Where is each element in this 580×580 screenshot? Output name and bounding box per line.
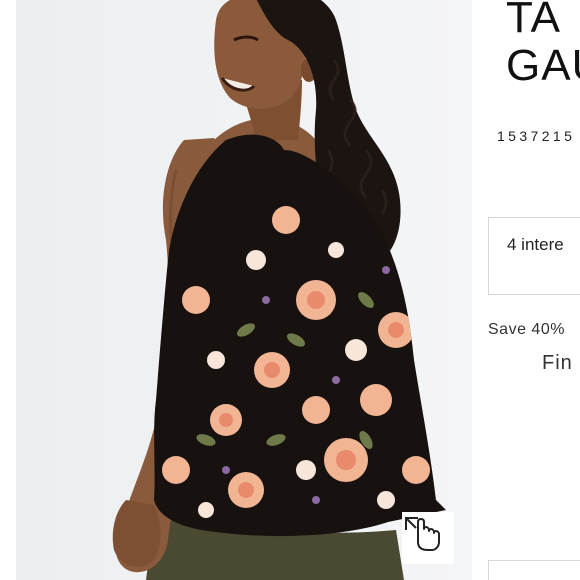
hand [112, 500, 161, 567]
product-title-line1: TA [506, 0, 561, 42]
product-info-panel: TA GAU 1537215 4 intere Save 40% Fin [472, 0, 580, 580]
model-photo-illustration [112, 0, 446, 580]
interest-box: 4 intere [488, 217, 580, 295]
product-title: TA GAU [506, 0, 580, 90]
left-gutter [0, 0, 16, 580]
product-photo[interactable] [16, 0, 472, 580]
offer-text: Save 40% [488, 321, 565, 338]
bottom-box[interactable] [488, 560, 580, 580]
zoom-button[interactable] [402, 512, 454, 564]
product-title-line2: GAU [506, 41, 580, 90]
expand-hand-cursor-icon [405, 517, 440, 551]
offer-link[interactable]: Fin [542, 352, 573, 375]
interest-text: 4 intere [507, 235, 564, 254]
product-code: 1537215 [497, 128, 576, 144]
